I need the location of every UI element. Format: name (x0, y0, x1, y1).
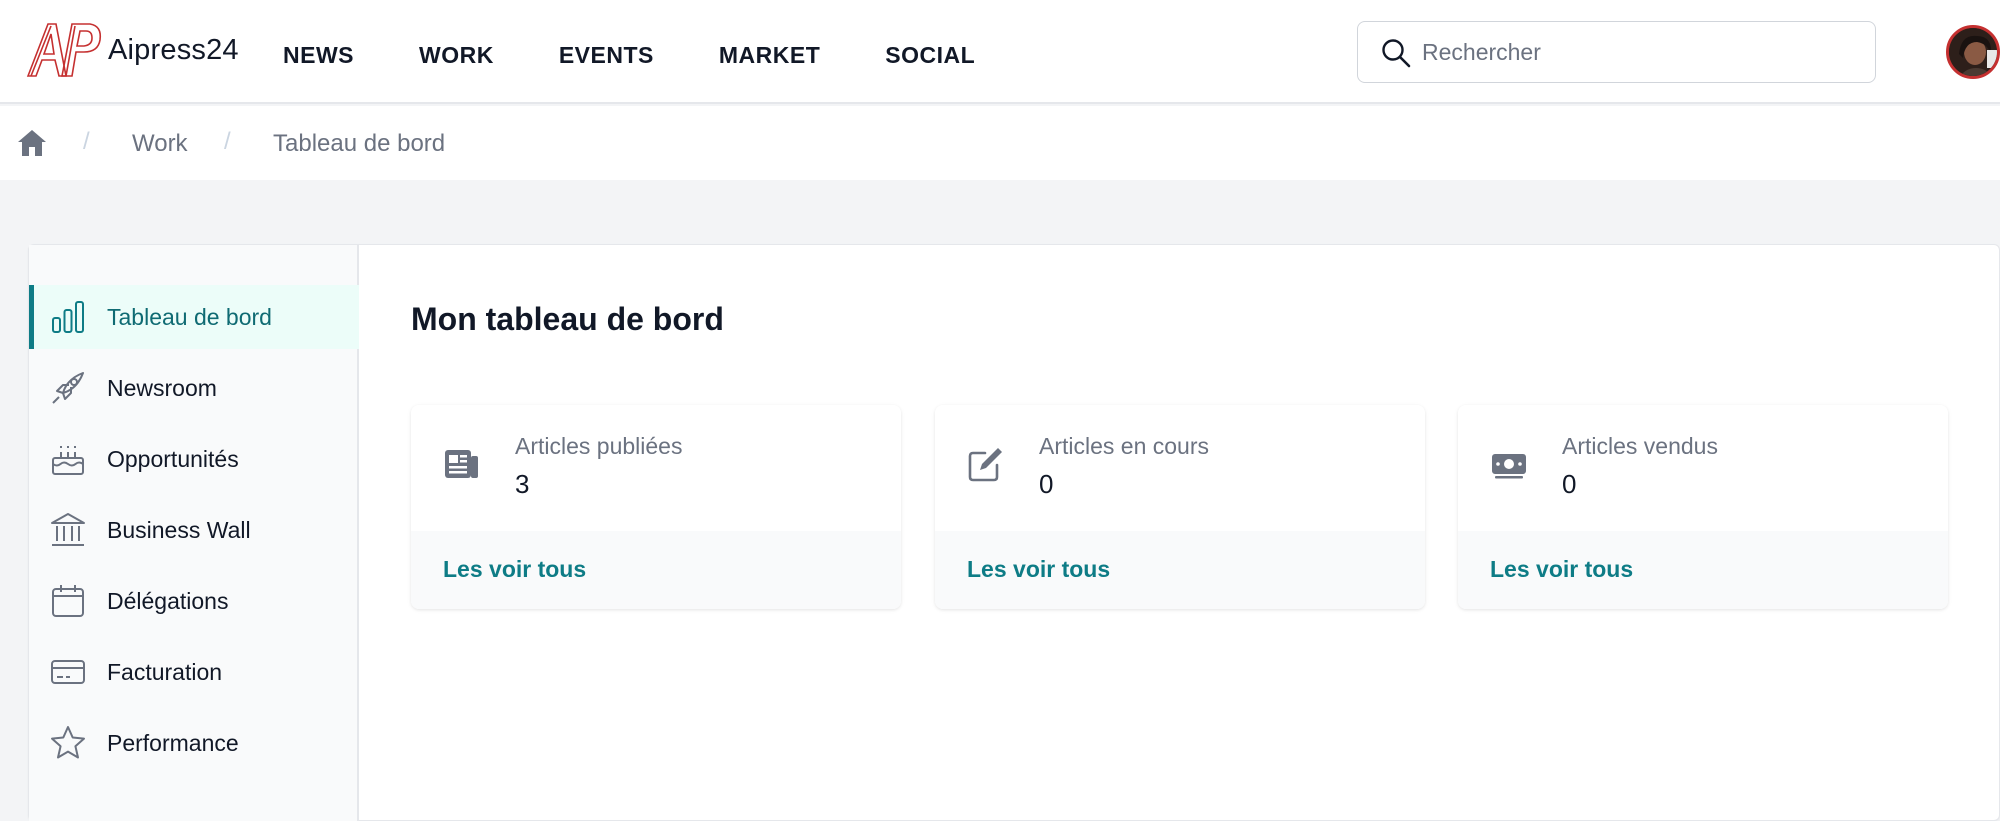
search-icon (1382, 39, 1411, 68)
breadcrumb-item-work[interactable]: Work (132, 130, 188, 158)
nav-events[interactable]: EVENTS (559, 36, 654, 69)
breadcrumb-separator: / (83, 128, 90, 155)
cake-icon (52, 446, 84, 475)
stat-card-in-progress: Articles en cours 0 Les voir tous (935, 405, 1425, 609)
dashboard-panel: Tableau de bord Newsroom Opportunités Bu… (28, 244, 2000, 821)
breadcrumb: / Work / Tableau de bord (0, 106, 2000, 180)
sidebar-item-dashboard[interactable]: Tableau de bord (29, 285, 359, 349)
view-all-sold-link[interactable]: Les voir tous (1490, 556, 1633, 583)
user-avatar[interactable] (1946, 25, 2000, 79)
view-all-published-link[interactable]: Les voir tous (443, 556, 586, 583)
calendar-icon (52, 585, 84, 617)
page-title: Mon tableau de bord (411, 301, 724, 337)
sidebar-item-delegations[interactable]: Délégations (29, 569, 359, 633)
brand-name[interactable]: Aipress24 (108, 34, 239, 67)
stat-card-sold: Articles vendus 0 Les voir tous (1458, 405, 1948, 609)
sidebar-item-newsroom[interactable]: Newsroom (29, 356, 359, 420)
money-icon (1492, 454, 1526, 479)
sidebar-item-label: Délégations (107, 587, 229, 614)
ap-logo-icon[interactable] (26, 22, 104, 78)
credit-card-icon (51, 660, 85, 684)
stat-label: Articles vendus (1562, 433, 1718, 459)
sidebar-item-opportunities[interactable]: Opportunités (29, 427, 359, 491)
sidebar-item-label: Performance (107, 729, 239, 756)
breadcrumb-separator: / (224, 128, 231, 155)
search-input[interactable] (1422, 30, 1862, 74)
top-navigation-bar: Aipress24 NEWS WORK EVENTS MARKET SOCIAL (0, 0, 2000, 104)
search-box[interactable] (1357, 21, 1876, 83)
stat-value: 0 (1562, 469, 1577, 499)
star-icon (51, 726, 85, 759)
nav-social[interactable]: SOCIAL (885, 36, 975, 69)
avatar-image-icon (1949, 28, 1997, 76)
main-nav: NEWS WORK EVENTS MARKET SOCIAL (283, 0, 1040, 104)
sidebar-item-label: Business Wall (107, 516, 251, 543)
breadcrumb-item-dashboard[interactable]: Tableau de bord (273, 130, 445, 158)
dashboard-content: Mon tableau de bord Articles publiées 3 … (359, 245, 2000, 821)
stat-value: 0 (1039, 469, 1054, 499)
sidebar-item-label: Opportunités (107, 445, 239, 472)
bank-icon (51, 513, 85, 546)
rocket-icon (52, 372, 84, 404)
stat-card-published: Articles publiées 3 Les voir tous (411, 405, 901, 609)
home-icon[interactable] (16, 128, 48, 158)
stat-label: Articles publiées (515, 433, 683, 459)
nav-news[interactable]: NEWS (283, 36, 354, 69)
newspaper-icon (445, 450, 478, 478)
sidebar-item-performance[interactable]: Performance (29, 711, 359, 775)
sidebar-item-label: Newsroom (107, 374, 217, 401)
sidebar-item-label: Facturation (107, 658, 223, 685)
sidebar-item-label: Tableau de bord (107, 303, 272, 330)
pencil-icon (968, 448, 1002, 482)
sidebar-item-business-wall[interactable]: Business Wall (29, 498, 359, 562)
stat-label: Articles en cours (1039, 433, 1210, 459)
stat-value: 3 (515, 469, 530, 499)
sidebar: Tableau de bord Newsroom Opportunités Bu… (29, 245, 359, 821)
bar-chart-icon (52, 301, 84, 333)
view-all-in-progress-link[interactable]: Les voir tous (967, 556, 1110, 583)
sidebar-item-billing[interactable]: Facturation (29, 640, 359, 704)
nav-work[interactable]: WORK (419, 36, 494, 69)
nav-market[interactable]: MARKET (719, 36, 820, 69)
